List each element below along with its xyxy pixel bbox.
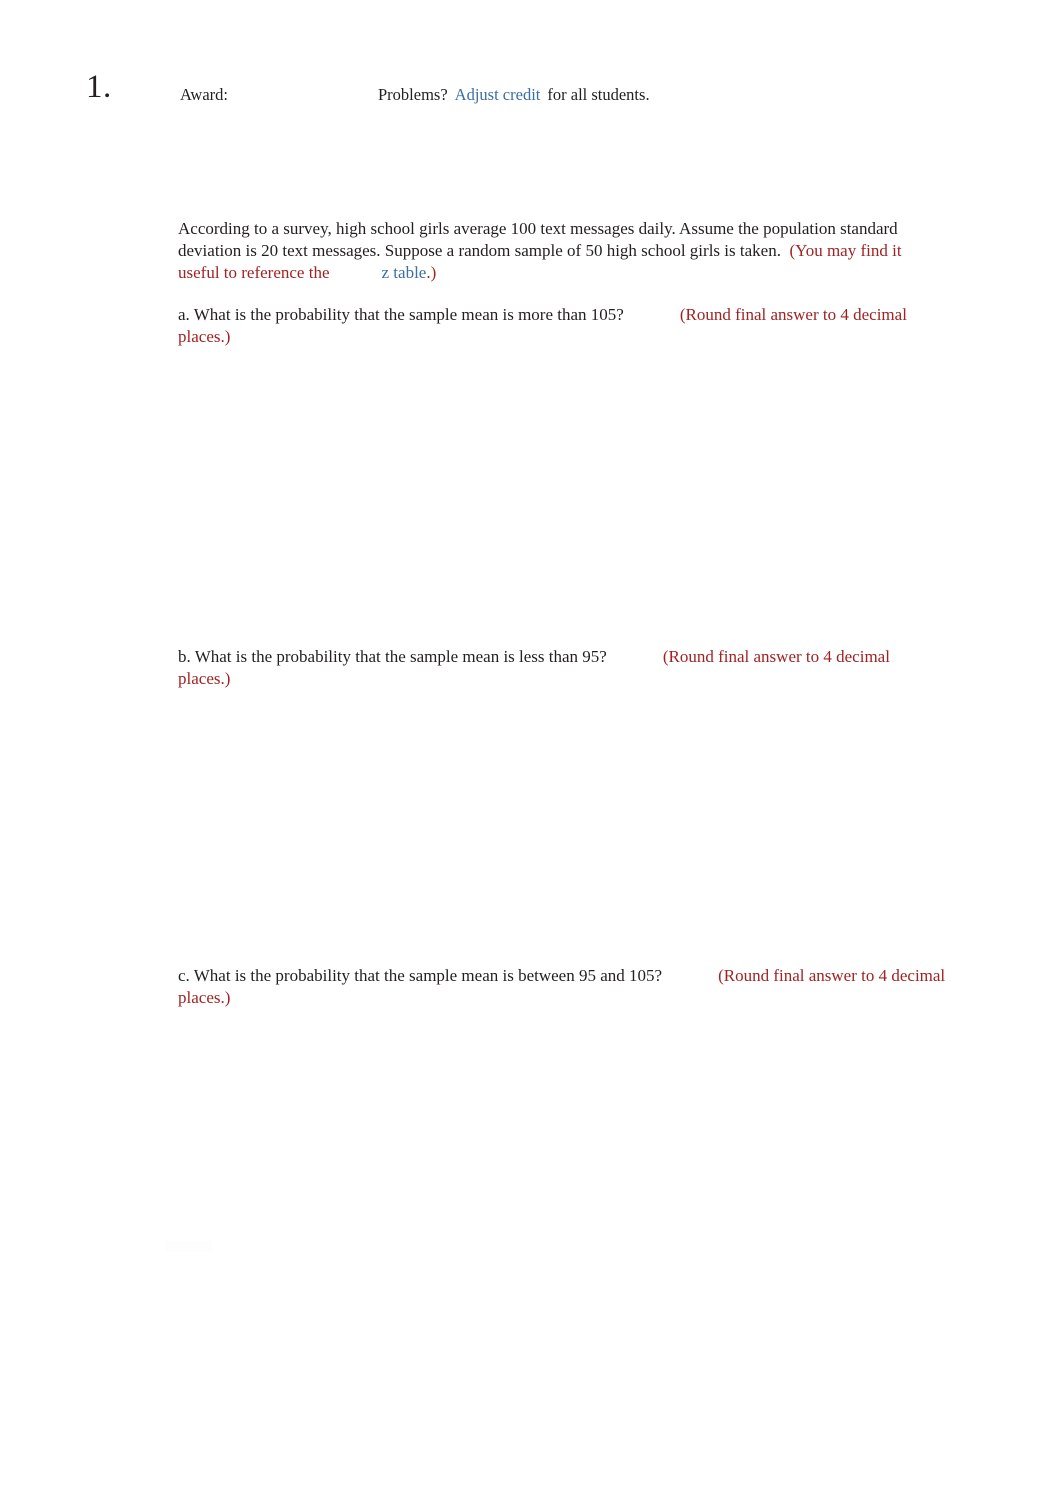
part-b-letter: b. <box>178 647 191 666</box>
problems-label: Problems? <box>378 85 448 104</box>
document-page: 1. Award: Problems? Adjust credit for all … <box>0 0 1062 1504</box>
award-label: Award: <box>180 85 228 104</box>
part-c-letter: c. <box>178 966 190 985</box>
part-a-letter: a. <box>178 305 190 324</box>
for-all-students-label: for all students. <box>547 85 650 104</box>
question-number: 1. <box>86 69 112 105</box>
question-stem: According to a survey, high school girls… <box>178 218 926 284</box>
answer-area-b[interactable] <box>178 694 938 956</box>
part-c-text: What is the probability that the sample … <box>193 966 663 985</box>
faint-render-artifact <box>166 1241 212 1252</box>
part-b-text: What is the probability that the sample … <box>194 647 607 666</box>
missing-image-placeholder <box>607 658 663 659</box>
missing-image-placeholder <box>624 316 680 317</box>
missing-image-placeholder <box>662 977 718 978</box>
question-stem-block: According to a survey, high school girls… <box>178 218 926 284</box>
missing-image-placeholder <box>330 274 382 275</box>
z-table-link[interactable]: z table <box>382 263 427 282</box>
problems-row: Problems? Adjust credit for all students. <box>378 84 650 105</box>
question-part-a: a. What is the probability that the samp… <box>178 304 938 348</box>
question-part-b: b. What is the probability that the samp… <box>178 646 938 690</box>
adjust-credit-link[interactable]: Adjust credit <box>455 85 541 104</box>
answer-area-c[interactable] <box>178 1012 938 1242</box>
question-part-c: c. What is the probability that the samp… <box>178 965 990 1009</box>
answer-area-a[interactable] <box>178 352 938 640</box>
stem-line-3: taken. <box>739 241 781 260</box>
stem-hint-close: .) <box>426 263 437 282</box>
part-a-text: What is the probability that the sample … <box>193 305 624 324</box>
stem-line-1: According to a survey, high school girls… <box>178 219 836 238</box>
